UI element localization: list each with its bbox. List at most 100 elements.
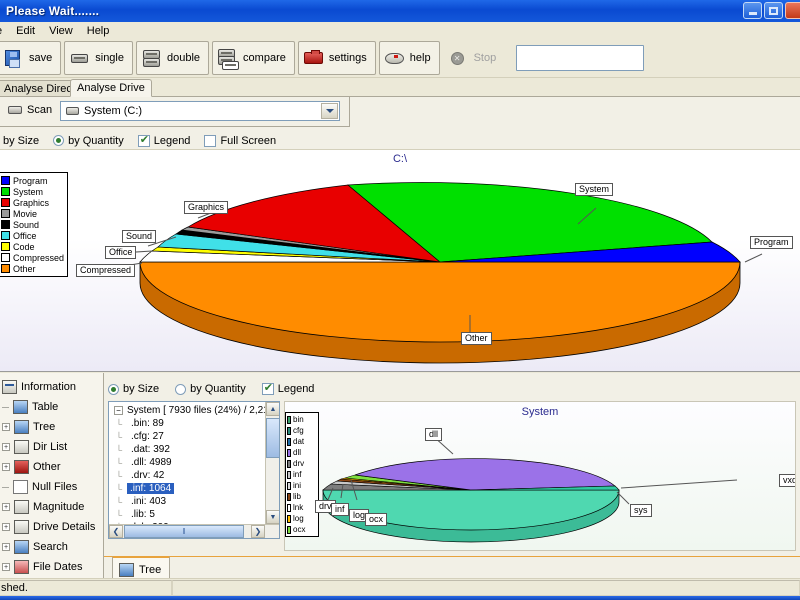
sidebar-item-magnitude[interactable]: + Magnitude xyxy=(0,497,103,517)
sidebar-item-drive-details[interactable]: + Drive Details xyxy=(0,517,103,537)
application-window: Please Wait....... e Edit View Help save… xyxy=(0,0,800,600)
system-pie-chart-panel: System bin cfg dat dll drv inf ini lib l… xyxy=(284,401,796,551)
file-type-tree[interactable]: − System [ 7930 files (24%) / 2,21GB └ .b… xyxy=(108,401,280,539)
sidebar-item-label: Null Files xyxy=(32,481,78,493)
stop-button[interactable]: ✕ Stop xyxy=(443,41,506,75)
help-button[interactable]: help xyxy=(378,41,440,75)
table-row[interactable]: └ .lib: 5 xyxy=(111,508,279,521)
scrollbar-thumb[interactable] xyxy=(266,418,279,458)
table-row[interactable]: └ .bin: 89 xyxy=(111,417,279,430)
collapse-icon[interactable]: − xyxy=(114,406,123,415)
double-button[interactable]: double xyxy=(136,41,210,75)
top-checkbox-full-screen[interactable]: Full Screen xyxy=(204,134,276,147)
tree-line xyxy=(2,406,9,408)
scroll-right-button[interactable]: ❯ xyxy=(251,525,265,538)
compare-disks-icon xyxy=(217,48,240,70)
expand-icon[interactable]: + xyxy=(2,503,10,511)
sidebar-item-null-files[interactable]: Null Files xyxy=(0,477,103,497)
menu-bar: e Edit View Help xyxy=(0,22,800,39)
file-dates-icon xyxy=(14,560,29,574)
scroll-left-button[interactable]: ❮ xyxy=(109,525,123,538)
lower-radio-by-quantity[interactable]: by Quantity xyxy=(175,383,246,395)
window-controls xyxy=(743,2,800,19)
drive-pie-chart-panel: C:\ Program System Graphics Movie Sound … xyxy=(0,150,800,372)
scroll-down-button[interactable]: ▼ xyxy=(266,510,279,524)
floppy-disk-icon xyxy=(3,48,25,68)
single-button[interactable]: single xyxy=(64,41,133,75)
lower-checkbox-legend[interactable]: Legend xyxy=(261,382,315,395)
menu-item-help[interactable]: Help xyxy=(80,24,117,38)
tree-row-label: .dll: 4989 xyxy=(131,457,172,468)
sidebar-item-label: Magnitude xyxy=(33,501,85,513)
callout-vxd: vxd xyxy=(779,474,795,487)
chevron-down-icon[interactable] xyxy=(321,103,338,119)
callout-dll: dll xyxy=(425,428,443,441)
minimize-button[interactable] xyxy=(743,2,762,19)
compare-button[interactable]: compare xyxy=(212,41,295,75)
lower-radio-by-size[interactable]: by Size xyxy=(108,383,159,395)
sidebar-item-information[interactable]: Information xyxy=(0,377,103,397)
tree-row-root[interactable]: − System [ 7930 files (24%) / 2,21GB xyxy=(111,404,279,417)
expand-icon[interactable]: + xyxy=(2,423,10,431)
menu-item-file[interactable]: e xyxy=(0,24,9,38)
menu-item-edit[interactable]: Edit xyxy=(9,24,42,38)
top-radio-by-size-label: by Size xyxy=(3,134,40,147)
tree-vertical-scrollbar[interactable]: ▲ ▼ xyxy=(265,402,279,538)
tree-horizontal-scrollbar[interactable]: ❮ ‖ ❯ xyxy=(109,524,279,538)
top-chart-options: by Size by Quantity Legend Full Screen xyxy=(0,132,800,150)
sidebar-item-other[interactable]: + Other xyxy=(0,457,103,477)
tab-analyse-drive[interactable]: Analyse Drive xyxy=(70,79,152,97)
callout-sound: Sound xyxy=(122,230,157,243)
table-row[interactable]: └ .ini: 403 xyxy=(111,495,279,508)
information-icon xyxy=(2,380,17,394)
tree-icon xyxy=(14,420,29,434)
expand-icon[interactable]: + xyxy=(2,563,10,571)
help-button-label: help xyxy=(409,52,431,64)
sidebar-item-tree[interactable]: + Tree xyxy=(0,417,103,437)
progress-field[interactable] xyxy=(516,45,645,71)
table-row[interactable]: └ .dat: 392 xyxy=(111,443,279,456)
scroll-up-button[interactable]: ▲ xyxy=(266,402,279,416)
sidebar-item-table[interactable]: Table xyxy=(0,397,103,417)
tab-tree[interactable]: Tree xyxy=(112,556,171,579)
table-row[interactable]: └ .dll: 4989 xyxy=(111,456,279,469)
save-button[interactable]: save xyxy=(0,41,62,75)
table-row-selected[interactable]: └ .inf: 1064 xyxy=(111,482,279,495)
dir-list-icon xyxy=(14,440,29,454)
expand-icon[interactable]: + xyxy=(2,443,10,451)
sidebar-item-search[interactable]: + Search xyxy=(0,537,103,557)
lower-panel: by Size by Quantity Legend − System [ 79… xyxy=(104,373,800,578)
table-row[interactable]: └ .drv: 42 xyxy=(111,469,279,482)
checkbox-checked-icon xyxy=(261,382,274,395)
status-text-left: shed. xyxy=(0,579,172,596)
lower-chart-options: by Size by Quantity Legend xyxy=(108,382,315,395)
callout-office: Office xyxy=(105,246,137,259)
menu-item-view[interactable]: View xyxy=(42,24,80,38)
search-icon xyxy=(14,540,29,554)
expand-icon[interactable]: + xyxy=(2,463,10,471)
tree-row-label: .dat: 392 xyxy=(131,444,170,455)
lower-checkbox-legend-label: Legend xyxy=(277,383,315,395)
table-row[interactable]: └ .cfg: 27 xyxy=(111,430,279,443)
top-radio-by-quantity[interactable]: by Quantity xyxy=(53,135,124,147)
settings-button-label: settings xyxy=(328,52,367,64)
close-button[interactable] xyxy=(785,2,800,19)
scrollbar-thumb[interactable]: ‖ xyxy=(124,525,244,538)
status-text-right xyxy=(172,579,800,596)
top-checkbox-legend[interactable]: Legend xyxy=(137,134,190,147)
maximize-button[interactable] xyxy=(764,2,783,19)
window-title: Please Wait....... xyxy=(6,4,100,18)
information-tree: Information Table + Tree + Dir List + Ot… xyxy=(0,373,104,578)
tree-line xyxy=(2,486,9,488)
expand-icon[interactable]: + xyxy=(2,543,10,551)
drive-pie-svg xyxy=(99,182,763,364)
drive-select-value: System (C:) xyxy=(84,105,143,117)
settings-button[interactable]: settings xyxy=(297,41,376,75)
drive-select[interactable]: System (C:) xyxy=(60,101,340,121)
toolbox-icon xyxy=(303,48,325,68)
drive-details-icon xyxy=(14,520,29,534)
sidebar-item-file-dates[interactable]: + File Dates xyxy=(0,557,103,577)
sidebar-item-dir-list[interactable]: + Dir List xyxy=(0,437,103,457)
expand-icon[interactable]: + xyxy=(2,523,10,531)
top-radio-by-size[interactable]: by Size xyxy=(0,135,39,147)
